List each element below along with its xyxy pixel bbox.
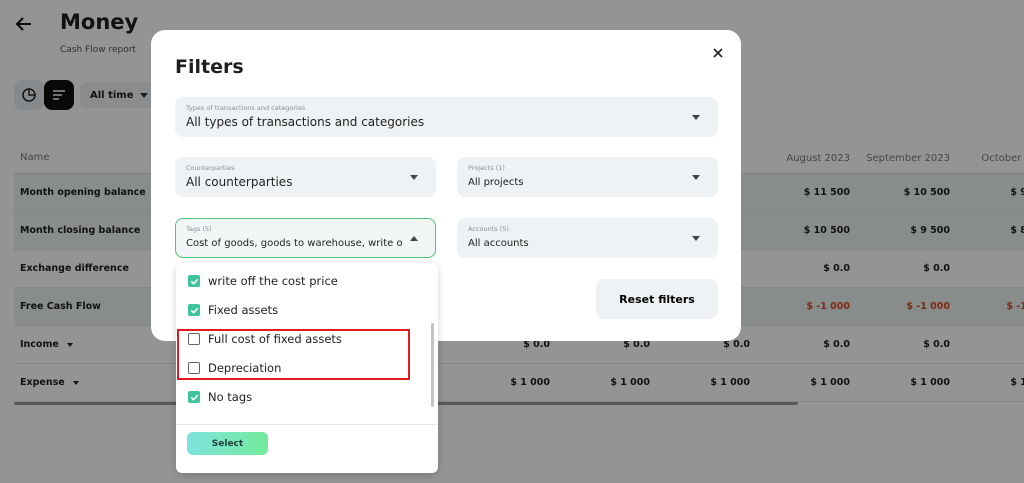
types-filter-select[interactable]: Types of transactions and categories All… bbox=[175, 97, 718, 137]
chevron-up-icon bbox=[410, 236, 418, 241]
field-label: Accounts (5) bbox=[468, 225, 509, 233]
field-value: All types of transactions and categories bbox=[186, 115, 425, 129]
dropdown-scrollbar[interactable] bbox=[431, 323, 434, 407]
projects-filter-select[interactable]: Projects (1) All projects bbox=[457, 157, 718, 197]
tag-option[interactable]: No tags bbox=[188, 387, 252, 407]
tag-option[interactable]: Fixed assets bbox=[188, 300, 278, 320]
check-icon bbox=[190, 307, 198, 314]
modal-title: Filters bbox=[175, 56, 244, 78]
field-label: Tags (5) bbox=[186, 225, 212, 233]
checkbox[interactable] bbox=[188, 391, 200, 403]
chevron-down-icon bbox=[692, 236, 700, 241]
counterparties-filter-select[interactable]: Counterparties All counterparties bbox=[175, 157, 436, 197]
tag-option[interactable]: write off the cost price bbox=[188, 271, 338, 291]
chevron-down-icon bbox=[692, 175, 700, 180]
field-label: Types of transactions and categories bbox=[186, 104, 306, 112]
chevron-down-icon bbox=[410, 175, 418, 180]
field-label: Counterparties bbox=[186, 164, 235, 172]
close-icon[interactable] bbox=[711, 46, 725, 60]
chevron-down-icon bbox=[692, 115, 700, 120]
check-icon bbox=[190, 394, 198, 401]
field-value: All counterparties bbox=[186, 175, 293, 189]
tag-option-label: No tags bbox=[208, 390, 253, 404]
select-button[interactable]: Select bbox=[187, 432, 268, 455]
reset-filters-button[interactable]: Reset filters bbox=[596, 279, 718, 319]
field-value: Cost of goods, goods to warehouse, write… bbox=[186, 238, 402, 249]
annotation-highlight-box bbox=[177, 329, 410, 380]
field-label: Projects (1) bbox=[468, 164, 505, 172]
tags-filter-select[interactable]: Tags (5) Cost of goods, goods to warehou… bbox=[175, 218, 436, 258]
check-icon bbox=[190, 278, 198, 285]
tag-option-label: write off the cost price bbox=[208, 274, 338, 288]
accounts-filter-select[interactable]: Accounts (5) All accounts bbox=[457, 218, 718, 258]
tag-option-label: Fixed assets bbox=[208, 303, 279, 317]
checkbox[interactable] bbox=[188, 275, 200, 287]
divider bbox=[176, 424, 438, 425]
checkbox[interactable] bbox=[188, 304, 200, 316]
field-value: All projects bbox=[468, 177, 524, 188]
field-value: All accounts bbox=[468, 238, 529, 249]
